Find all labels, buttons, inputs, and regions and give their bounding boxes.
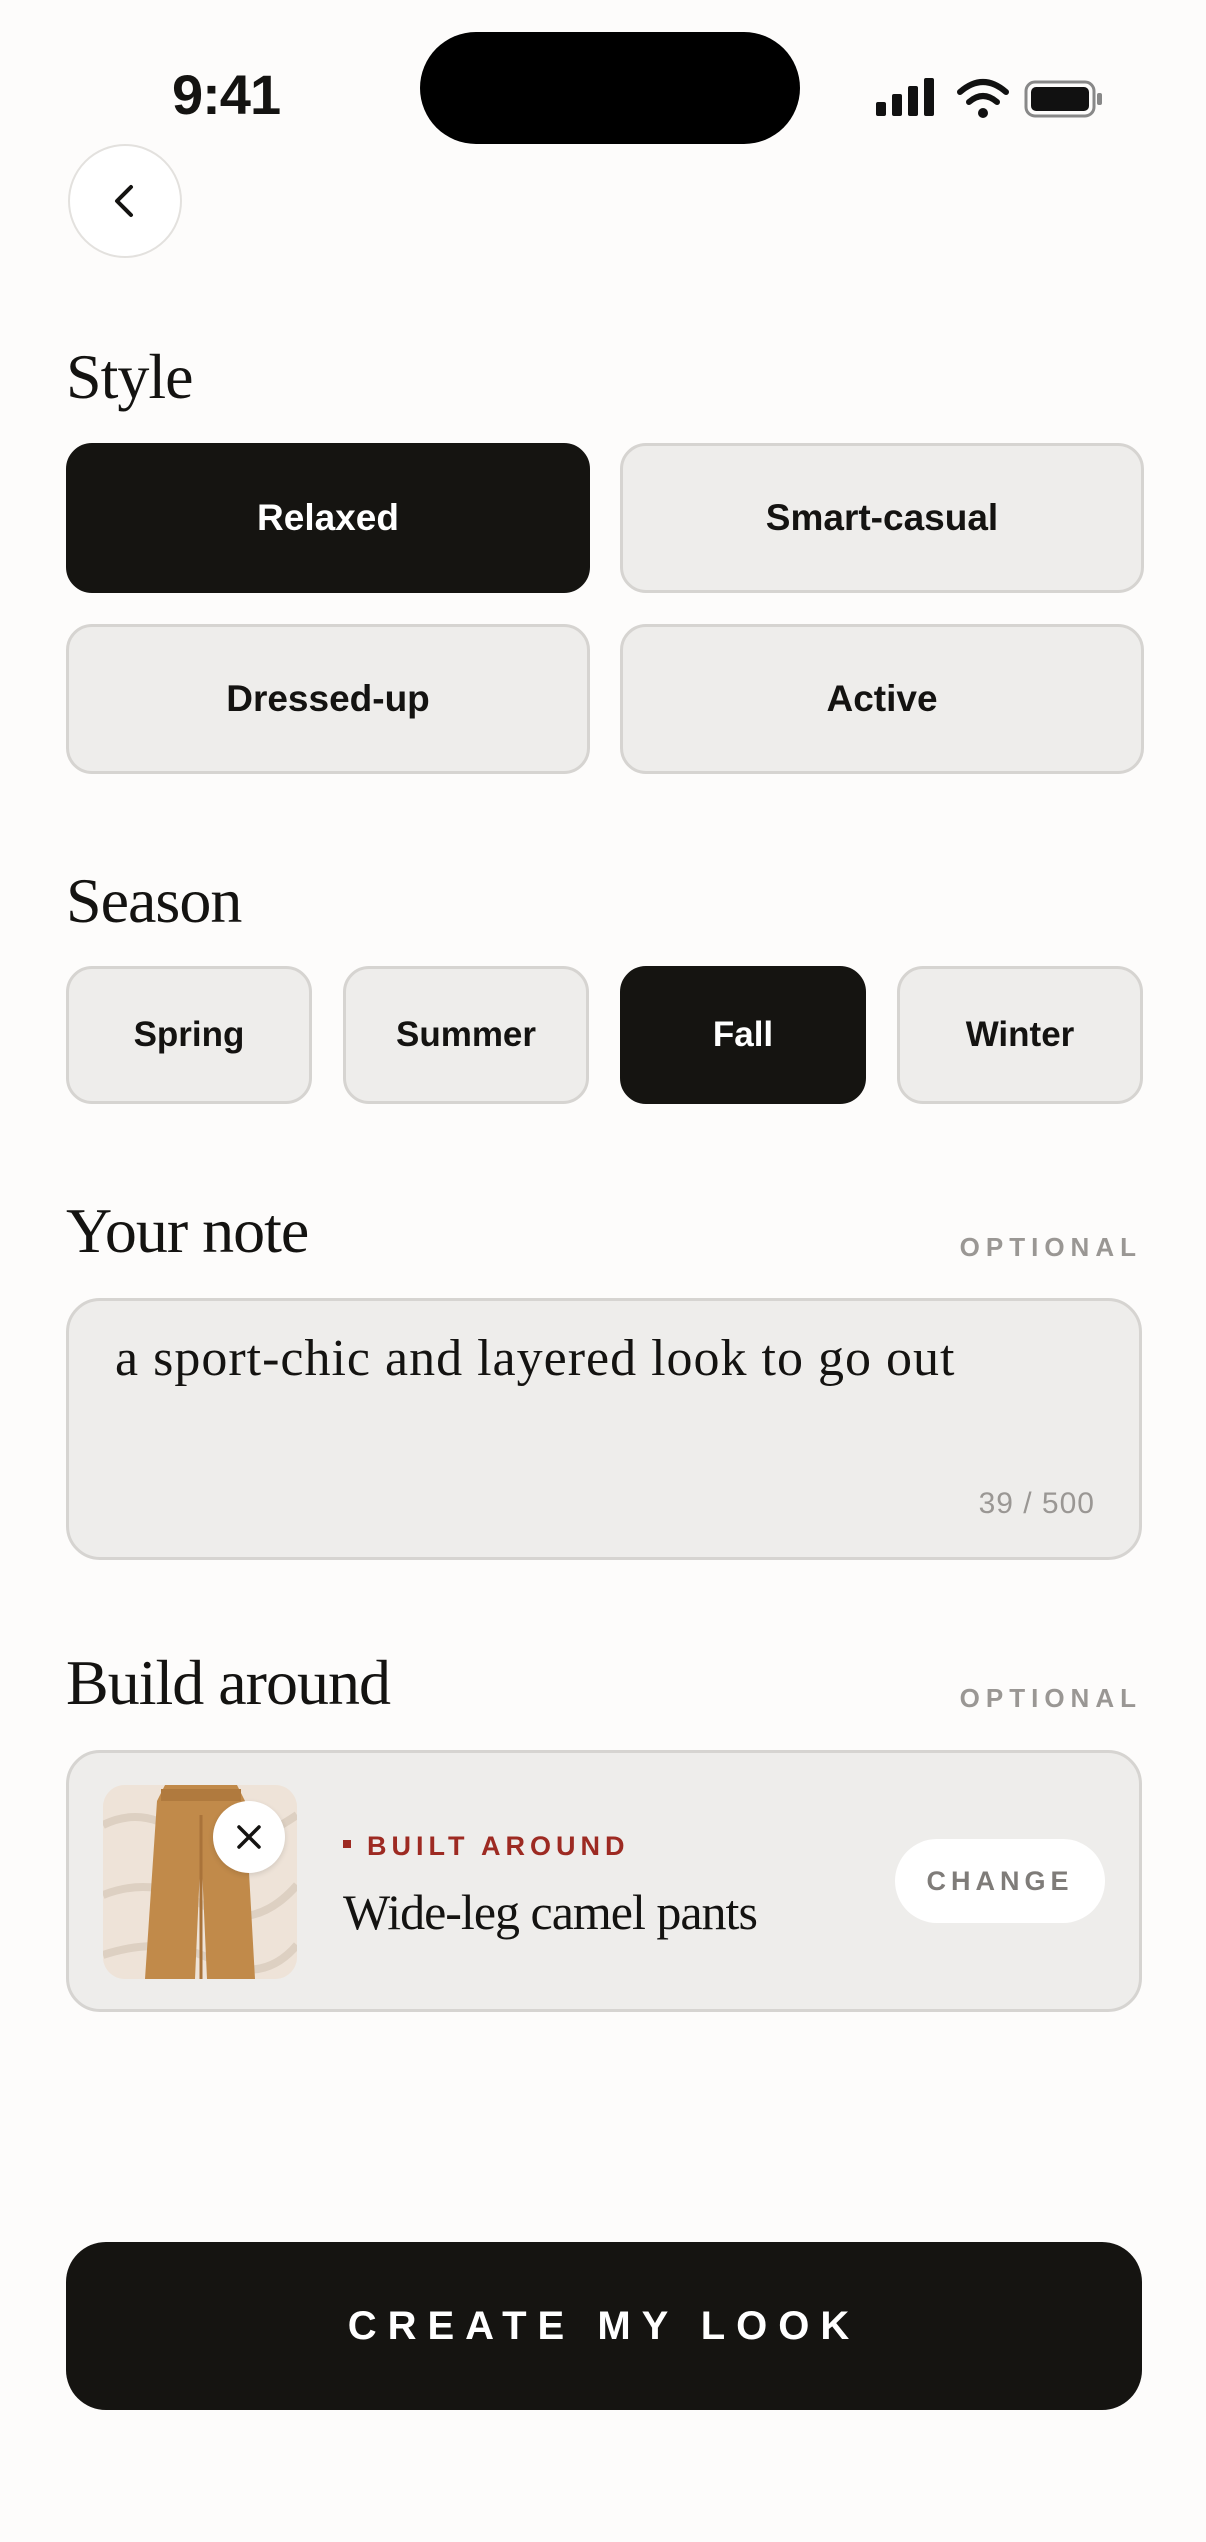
note-text: a sport-chic and layered look to go out [115, 1330, 956, 1387]
build-around-card: BUILT AROUND Wide-leg camel pants CHANGE [66, 1750, 1142, 2012]
chip-label: Winter [965, 1015, 1075, 1054]
chip-label: Relaxed [257, 497, 399, 538]
close-icon [237, 1825, 261, 1849]
built-around-tag: BUILT AROUND [343, 1831, 629, 1862]
cellular-signal-icon [876, 76, 934, 122]
built-around-item-name: Wide-leg camel pants [343, 1884, 758, 1940]
status-icons [876, 76, 1106, 122]
build-around-optional-tag: OPTIONAL [959, 1683, 1142, 1713]
chip-label: Active [826, 678, 938, 719]
create-my-look-button[interactable]: CREATE MY LOOK [66, 2242, 1142, 2410]
note-textarea[interactable]: a sport-chic and layered look to go out … [66, 1298, 1142, 1560]
style-section-title: Style [66, 341, 194, 412]
tag-bullet-icon [343, 1839, 351, 1848]
season-option-winter[interactable]: Winter [897, 966, 1143, 1104]
note-section-title: Your note [66, 1195, 309, 1266]
dynamic-island [420, 32, 800, 144]
remove-item-button[interactable] [213, 1801, 285, 1873]
style-option-smart-casual[interactable]: Smart-casual [620, 443, 1144, 593]
chip-label: Summer [395, 1015, 537, 1054]
season-option-summer[interactable]: Summer [343, 966, 589, 1104]
season-option-spring[interactable]: Spring [66, 966, 312, 1104]
chip-label: Dressed-up [226, 678, 430, 719]
build-around-section-title: Build around [66, 1647, 391, 1718]
note-character-counter: 39 / 500 [978, 1487, 1095, 1520]
note-optional-tag: OPTIONAL [959, 1232, 1142, 1262]
battery-icon [1024, 80, 1102, 118]
built-around-tag-text: BUILT AROUND [367, 1831, 630, 1861]
change-item-button[interactable]: CHANGE [895, 1839, 1105, 1923]
season-option-fall[interactable]: Fall [620, 966, 866, 1104]
wifi-icon [957, 79, 1009, 118]
chevron-left-icon [115, 185, 133, 217]
style-option-dressed-up[interactable]: Dressed-up [66, 624, 590, 774]
chip-label: Spring [133, 1015, 245, 1054]
season-section-title: Season [66, 865, 242, 936]
back-button[interactable] [68, 144, 182, 258]
style-option-relaxed[interactable]: Relaxed [66, 443, 590, 593]
chip-label: Smart-casual [765, 497, 999, 538]
status-time: 9:41 [172, 63, 281, 126]
chip-label: Fall [712, 1015, 774, 1054]
style-option-active[interactable]: Active [620, 624, 1144, 774]
